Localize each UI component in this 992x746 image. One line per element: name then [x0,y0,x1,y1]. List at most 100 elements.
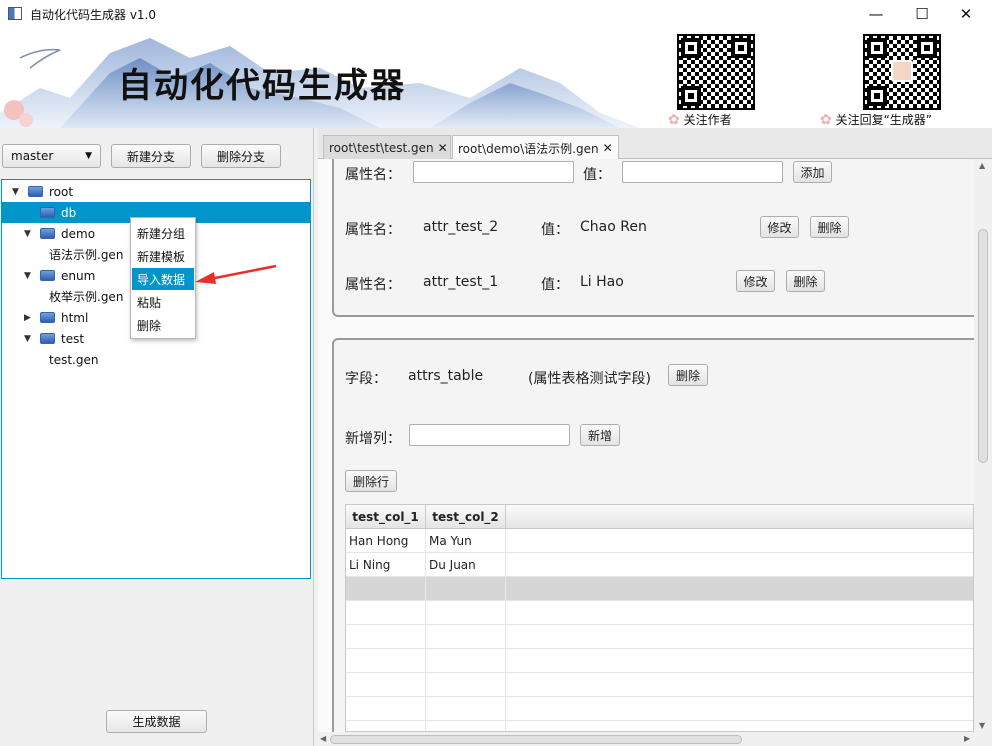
scroll-left-icon[interactable]: ◀ [320,734,326,743]
table-cell[interactable] [506,529,973,553]
table-cell[interactable]: Li Ning [346,553,426,577]
table-row[interactable] [346,673,973,697]
table-cell[interactable]: Ma Yun [426,529,506,553]
table-cell[interactable] [506,601,973,625]
table-row[interactable] [346,601,973,625]
table-cell[interactable] [346,649,426,673]
editor-content: 属性名： 值： 添加 属性名： attr_test_2 值： Chao Ren … [318,159,974,732]
context-menu-item[interactable]: 导入数据 [132,268,194,290]
table-cell[interactable] [346,697,426,721]
delete-attr-button[interactable]: 删除 [810,216,849,238]
table-cell[interactable] [346,601,426,625]
table-cell[interactable] [426,577,506,601]
scroll-down-icon[interactable]: ▼ [979,721,985,730]
column-header[interactable]: test_col_2 [426,505,506,529]
banner-title: 自动化代码生成器 [118,66,406,106]
table-cell[interactable] [346,673,426,697]
attrs-table[interactable]: test_col_1 test_col_2 Han Hong Ma Yun Li Nin… [345,504,974,732]
table-cell[interactable] [346,721,426,731]
table-cell[interactable] [346,625,426,649]
table-cell[interactable] [506,697,973,721]
table-cell[interactable] [426,673,506,697]
collapse-icon[interactable]: ▼ [24,271,31,281]
tree-item-label: db [61,205,77,220]
table-row[interactable]: Han Hong Ma Yun [346,529,973,553]
add-col-button[interactable]: 新增 [580,424,620,446]
folder-icon [40,228,55,239]
delete-branch-button[interactable]: 删除分支 [201,144,281,168]
title-bar: 自动化代码生成器 v1.0 — ☐ ✕ [0,0,992,28]
tab-demo-gen[interactable]: root\demo\语法示例.gen ✕ [452,135,619,160]
table-cell[interactable] [506,721,973,731]
vertical-scrollbar[interactable]: ▲ ▼ [974,159,992,732]
branch-select[interactable]: master ▼ [2,144,101,168]
scroll-right-icon[interactable]: ▶ [964,734,970,743]
collapse-icon[interactable]: ▼ [12,187,19,197]
modify-attr-button[interactable]: 修改 [736,270,775,292]
table-cell[interactable]: Han Hong [346,529,426,553]
expand-icon[interactable]: ▶ [24,313,31,323]
field-label: 字段： [345,371,387,387]
context-menu-item[interactable]: 删除 [132,314,194,336]
context-menu-item[interactable]: 粘贴 [132,291,194,313]
new-col-label: 新增列： [345,431,401,447]
attr-value-label: 值： [541,222,569,238]
table-cell[interactable] [426,649,506,673]
table-cell[interactable] [426,601,506,625]
maximize-button[interactable]: ☐ [899,0,945,28]
table-cell[interactable] [506,649,973,673]
collapse-icon[interactable]: ▼ [24,334,31,344]
collapse-icon[interactable]: ▼ [24,229,31,239]
new-col-input[interactable] [409,424,570,446]
window-title: 自动化代码生成器 v1.0 [30,8,157,22]
vertical-scroll-thumb[interactable] [978,229,988,463]
table-cell[interactable] [506,577,973,601]
delete-field-button[interactable]: 删除 [668,364,708,386]
delete-attr-button[interactable]: 删除 [786,270,825,292]
qr-caption-reply: ✿ 关注回复“生成器” [820,112,932,128]
close-icon[interactable]: ✕ [438,141,448,155]
context-menu-item[interactable]: 新建分组 [132,222,194,244]
table-row[interactable] [346,649,973,673]
add-attr-button[interactable]: 添加 [793,161,832,183]
table-row[interactable] [346,697,973,721]
tree-item-testgen[interactable]: test.gen [2,349,310,370]
tab-test-gen[interactable]: root\test\test.gen ✕ [323,135,451,159]
table-cell[interactable] [426,697,506,721]
delete-row-button[interactable]: 删除行 [345,470,397,492]
qr-caption-author: ✿ 关注作者 [668,112,732,128]
minimize-button[interactable]: — [853,0,899,28]
tree-item-root[interactable]: ▼ root [2,181,310,202]
attr-value-input[interactable] [622,161,783,183]
tree-item-label: enum [61,268,96,283]
table-cell[interactable] [506,673,973,697]
table-row[interactable] [346,625,973,649]
tree-item-label: test [61,331,85,346]
generate-button[interactable]: 生成数据 [106,710,207,733]
new-branch-button[interactable]: 新建分支 [111,144,191,168]
column-header-filler [506,505,973,529]
horizontal-scroll-thumb[interactable] [330,735,742,744]
table-cell[interactable] [426,721,506,731]
table-row[interactable] [346,577,973,601]
table-cell[interactable]: Du Juan [426,553,506,577]
context-menu-item[interactable]: 新建模板 [132,245,194,267]
attr-name-input[interactable] [413,161,574,183]
table-row[interactable] [346,721,973,731]
table-cell[interactable] [506,553,973,577]
flower-icon: ✿ [668,112,680,128]
modify-attr-button[interactable]: 修改 [760,216,799,238]
close-icon[interactable]: ✕ [603,141,613,155]
table-row[interactable]: Li Ning Du Juan [346,553,973,577]
tab-bar: root\test\test.gen ✕ root\demo\语法示例.gen … [318,128,992,160]
horizontal-scrollbar[interactable]: ◀ ▶ [318,732,992,746]
table-cell[interactable] [426,625,506,649]
scroll-up-icon[interactable]: ▲ [979,161,985,170]
chevron-down-icon: ▼ [85,151,92,161]
column-header[interactable]: test_col_1 [346,505,426,529]
close-button[interactable]: ✕ [943,0,989,28]
table-cell[interactable] [346,577,426,601]
folder-icon [28,186,43,197]
table-cell[interactable] [506,625,973,649]
field-name: attrs_table [408,368,484,384]
